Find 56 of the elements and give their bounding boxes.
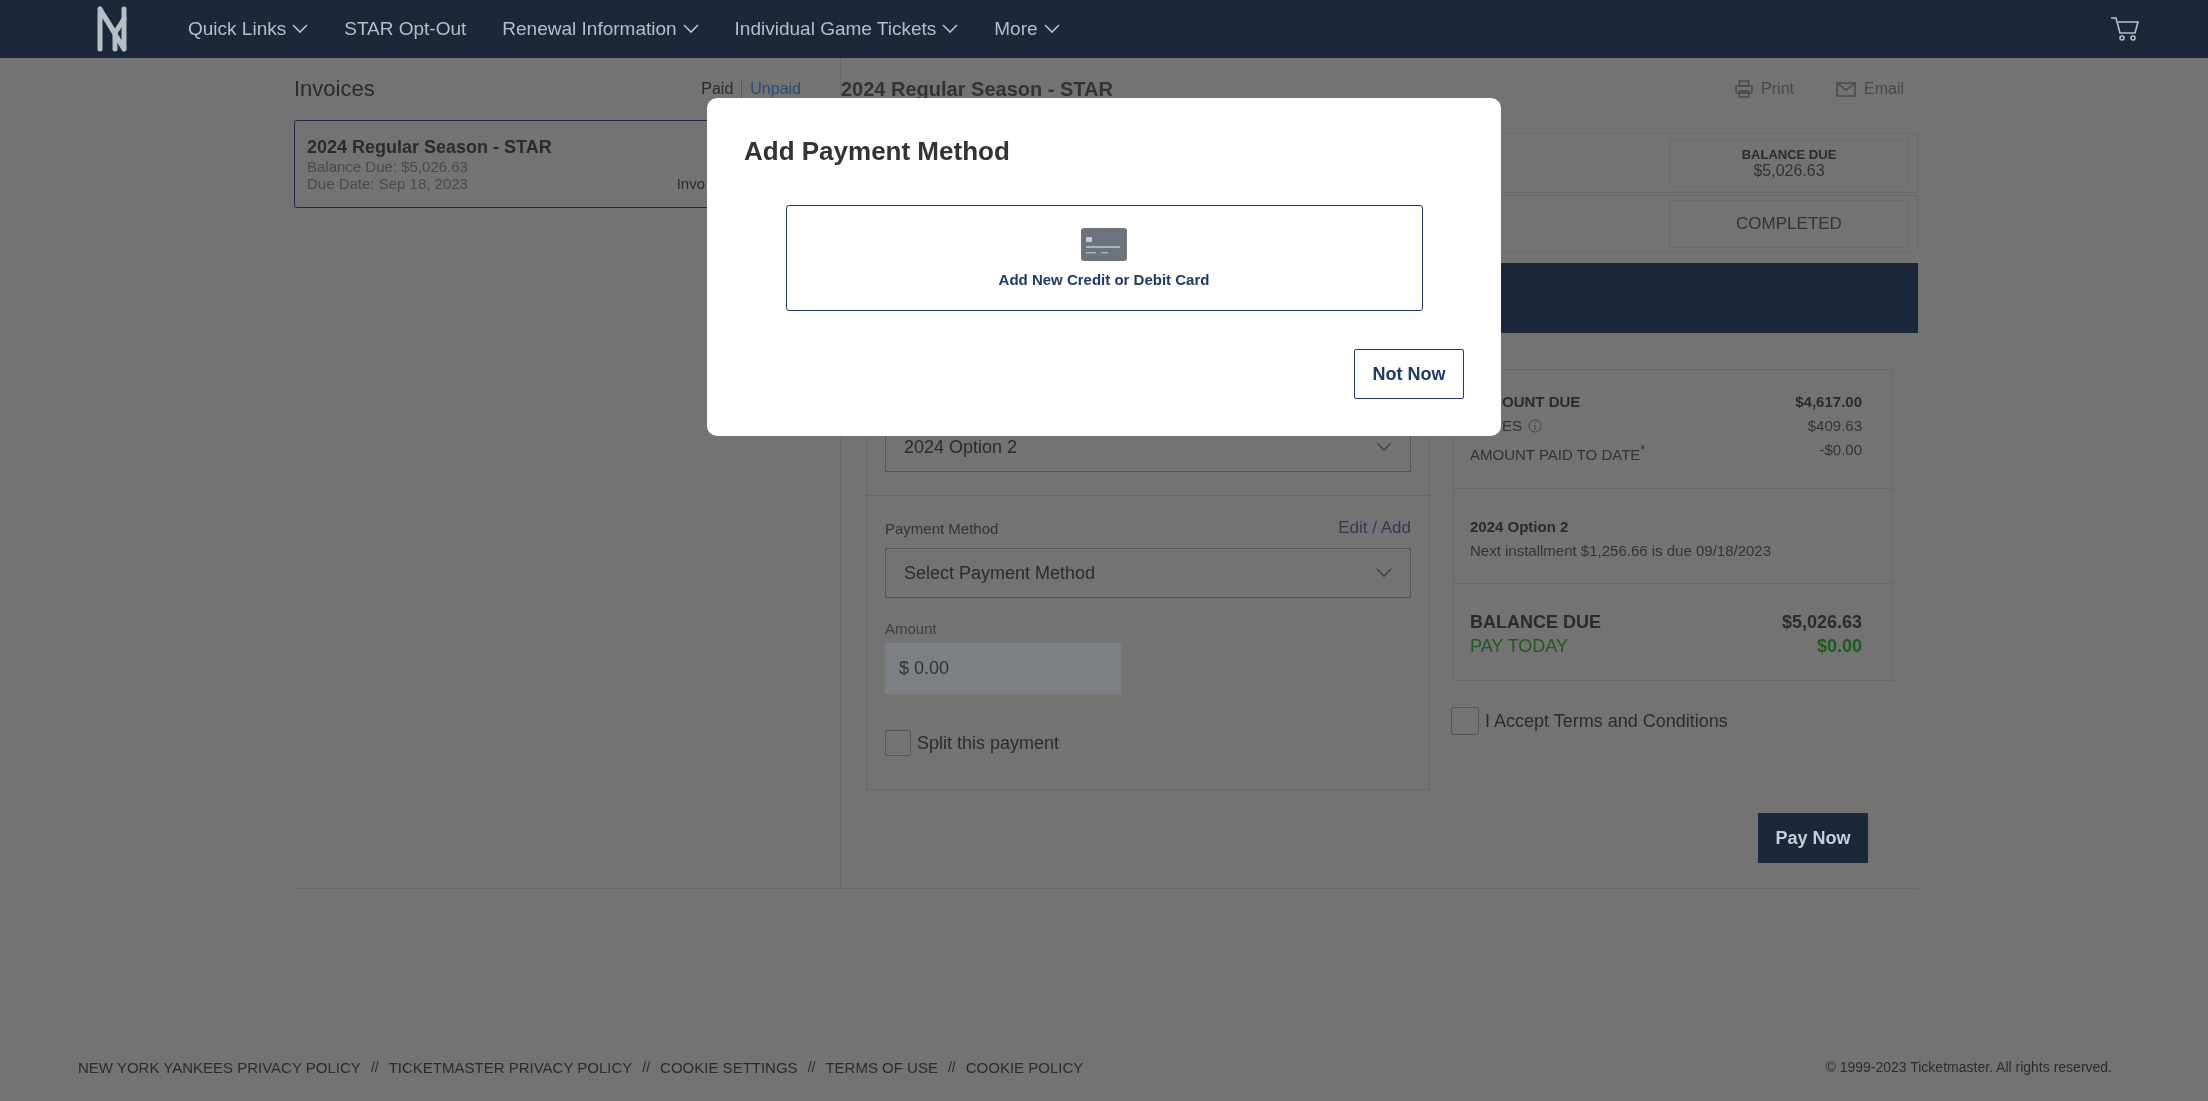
separator-text: // <box>807 1059 816 1075</box>
checkbox[interactable] <box>885 730 911 756</box>
envelope-icon <box>1836 81 1856 97</box>
copyright-text: © 1999-2023 Ticketmaster. All rights reserved. <box>1825 1059 2112 1075</box>
payment-method-select[interactable]: Select Payment Method <box>885 548 1411 598</box>
footer-link[interactable]: COOKIE POLICY <box>965 1058 1084 1076</box>
checkbox-label: I Accept Terms and Conditions <box>1485 710 1728 732</box>
chevron-down-icon <box>1376 568 1392 578</box>
balance-due-value: $5,026.63 <box>1781 611 1862 634</box>
chevron-down-icon <box>942 24 959 34</box>
chevron-down-icon <box>292 24 309 34</box>
nav-link[interactable]: Quick Links <box>188 18 309 40</box>
nav-link[interactable]: More <box>994 18 1060 40</box>
summary-label: OUNT DUE <box>1502 392 1581 412</box>
status-box: COMPLETED <box>1669 200 1909 248</box>
summary-value: -$0.00 <box>1819 440 1862 460</box>
edit-add-link[interactable]: Edit / Add <box>1338 518 1411 538</box>
invoice-title: 2024 Regular Season - STAR <box>307 136 552 158</box>
summary-label: ES <box>1502 416 1522 436</box>
field-label: Payment Method <box>885 519 999 537</box>
footer-link[interactable]: COOKIE SETTINGS <box>660 1058 798 1076</box>
invoice-detail-title: 2024 Regular Season - STAR <box>841 77 1113 101</box>
chevron-down-icon <box>682 24 699 34</box>
balance-due-label: BALANCE DUE <box>1470 611 1601 634</box>
nav-link[interactable]: Renewal Information <box>502 18 699 40</box>
separator-text: // <box>642 1059 651 1075</box>
nav-link[interactable]: STAR Opt-Out <box>344 18 467 40</box>
checkbox-label: Split this payment <box>917 732 1060 754</box>
balance-due-label: BALANCE DUE <box>1741 146 1837 162</box>
nav-link[interactable]: Individual Game Tickets <box>734 18 959 40</box>
footer-link[interactable]: TICKETMASTER PRIVACY POLICY <box>388 1058 633 1076</box>
not-now-button[interactable]: Not Now <box>1354 349 1464 399</box>
printer-icon <box>1735 80 1754 98</box>
invoice-text: Invo <box>676 174 705 192</box>
pay-today-label: PAY TODAY <box>1470 635 1569 658</box>
info-icon[interactable] <box>1528 419 1542 433</box>
plan-title: 2024 Option 2 <box>1470 517 1570 537</box>
cart-icon[interactable] <box>2110 16 2140 42</box>
section-title: Invoices <box>294 76 375 102</box>
separator-text: // <box>947 1059 956 1075</box>
add-card-option[interactable]: Add New Credit or Debit Card <box>785 205 1423 311</box>
chevron-down-icon <box>1376 442 1392 452</box>
pay-now-button[interactable]: Pay Now <box>1758 813 1868 863</box>
footer-link[interactable]: NEW YORK YANKEES PRIVACY POLICY <box>78 1058 361 1076</box>
credit-card-icon <box>1081 228 1127 261</box>
summary-value: $4,617.00 <box>1795 392 1862 412</box>
pay-today-value: $0.00 <box>1816 635 1862 658</box>
chevron-down-icon <box>1043 24 1060 34</box>
summary-value: $409.63 <box>1807 416 1862 436</box>
filter-tab[interactable]: Paid <box>693 80 742 98</box>
checkbox[interactable] <box>1451 707 1479 735</box>
balance-due-value: $5,026.63 <box>1753 161 1825 180</box>
summary-label: AMOUNT PAID TO DATE$^{*}$ <box>1470 442 1646 465</box>
separator-text: // <box>370 1059 379 1075</box>
installment-note: Next installment $1,256.66 is due 09/18/2023 <box>1470 541 1773 561</box>
footer-link[interactable]: TERMS OF USE <box>825 1058 938 1076</box>
